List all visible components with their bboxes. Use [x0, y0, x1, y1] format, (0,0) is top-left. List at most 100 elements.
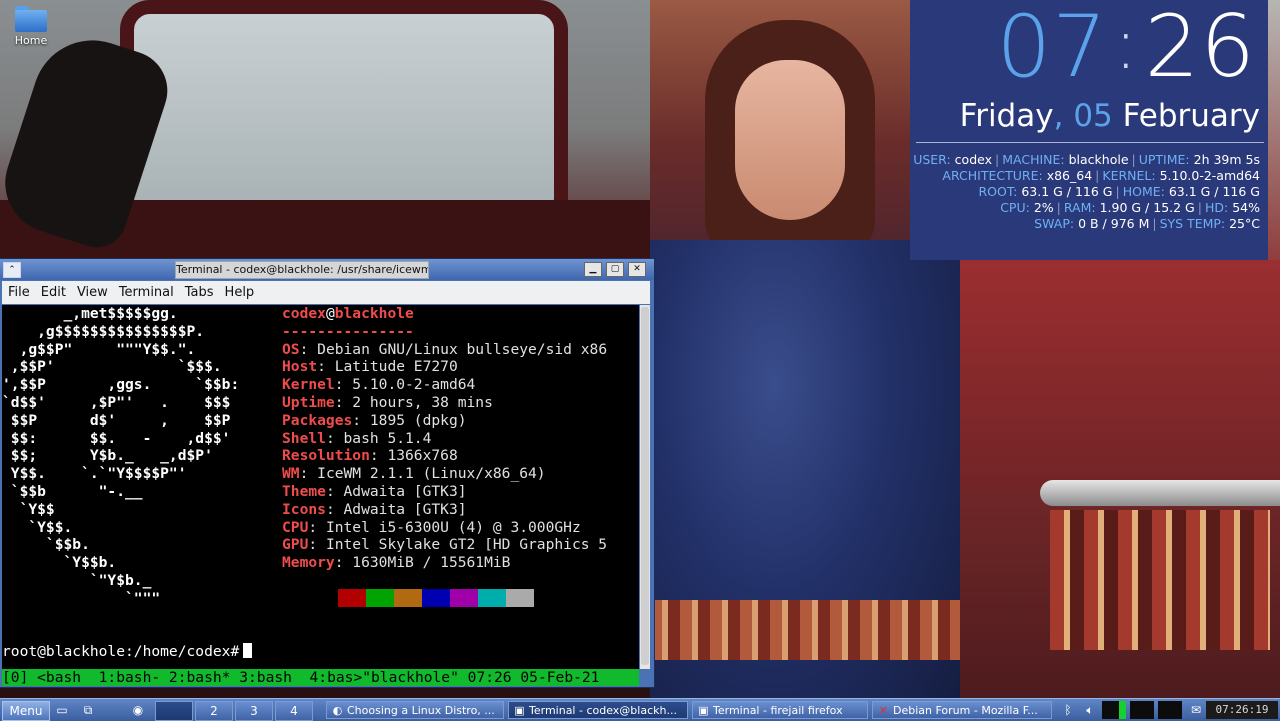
neofetch-at: @: [325, 305, 335, 322]
workspace-button-1[interactable]: [155, 701, 193, 721]
taskbar-task-button[interactable]: ▣ Terminal - firejail firefox: [692, 701, 868, 719]
terminal-menubar: File Edit View Terminal Tabs Help: [2, 281, 650, 304]
workspace-button-3[interactable]: 3: [235, 701, 273, 721]
scrollbar-thumb[interactable]: [641, 307, 649, 665]
conky-label: HOME:: [1122, 184, 1165, 199]
minimize-icon[interactable]: ▁: [584, 262, 602, 277]
workspace-button-2[interactable]: 2: [195, 701, 233, 721]
wallpaper-face: [735, 60, 845, 220]
window-titlebar[interactable]: ⌃ Terminal - codex@blackhole: /usr/share…: [0, 259, 654, 280]
neofetch-value: 1630MiB / 15561MiB: [352, 554, 511, 572]
window-menu-icon[interactable]: ⌃: [3, 262, 21, 278]
conky-info-row: ARCHITECTURE: x86_64 | KERNEL: 5.10.0-2-am…: [913, 168, 1260, 184]
neofetch-row: Resolution: 1366x768: [282, 447, 458, 465]
logo-line: Y$$. `.`"Y$$$$P"': [2, 465, 187, 483]
menu-item-tabs[interactable]: Tabs: [179, 281, 219, 300]
mail-icon[interactable]: ✉: [1186, 701, 1206, 719]
start-menu-button[interactable]: Menu: [2, 701, 50, 721]
debian-icon: ✕: [878, 704, 889, 717]
date-month: February: [1122, 98, 1260, 134]
conky-value: codex: [954, 152, 992, 167]
close-icon[interactable]: ✕: [628, 262, 646, 277]
conky-value: 0 B / 976 M: [1078, 216, 1150, 231]
menu-item-file[interactable]: File: [2, 281, 35, 300]
conky-label: CPU:: [1000, 200, 1030, 215]
neofetch-key: Shell: [282, 429, 326, 447]
conky-info-row: USER: codex | MACHINE: blackhole | UPTIME: 2…: [913, 152, 1260, 168]
conky-separator: |: [1056, 200, 1061, 215]
neofetch-value: Adwaita [GTK3]: [343, 500, 467, 518]
conky-value: 63.1 G / 116 G: [1021, 184, 1113, 199]
taskbar-task-button[interactable]: ✕ Debian Forum - Mozilla F...: [872, 701, 1052, 719]
clock-separator: :: [1113, 3, 1139, 85]
taskbar-task-label: Terminal - firejail firefox: [713, 704, 843, 717]
neofetch-key: CPU: [282, 518, 309, 536]
menu-item-edit[interactable]: Edit: [35, 281, 71, 300]
neofetch-row: WM: IceWM 2.1.1 (Linux/x86_64): [282, 465, 546, 483]
neofetch-value: Latitude E7270: [334, 358, 458, 376]
conky-separator: |: [1152, 216, 1157, 231]
volume-icon[interactable]: 🔈︎: [1080, 701, 1100, 719]
terminal-window[interactable]: ⌃ Terminal - codex@blackhole: /usr/share…: [0, 259, 654, 687]
color-swatch: [450, 589, 478, 607]
logo-line: `Y$$.: [2, 518, 73, 536]
conky-separator: |: [995, 152, 1000, 167]
logo-line: `$$b.: [2, 536, 90, 554]
terminal-scrollbar[interactable]: [640, 305, 650, 669]
desktop-home-label: Home: [14, 34, 48, 47]
neofetch-key: Uptime: [282, 393, 335, 411]
terminal-output[interactable]: _,met$$$$$gg. ,g$$$$$$$$$$$$$$$P. ,g$$P"…: [2, 305, 639, 669]
window-list-icon[interactable]: ⧉: [78, 701, 98, 719]
taskbar-task-button[interactable]: ▣ Terminal - codex@blackh...: [508, 701, 688, 719]
conky-value: 25°C: [1229, 216, 1260, 231]
conky-info-row: ROOT: 63.1 G / 116 G | HOME: 63.1 G / 116 …: [913, 184, 1260, 200]
neofetch-row: Uptime: 2 hours, 38 mins: [282, 393, 493, 411]
neofetch-row: Icons: Adwaita [GTK3]: [282, 500, 467, 518]
logo-line: ,g$$P" """Y$$.".: [2, 340, 196, 358]
neofetch-value: IceWM 2.1.1 (Linux/x86_64): [317, 465, 546, 483]
conky-label: ROOT:: [978, 184, 1018, 199]
taskbar-task-label: Debian Forum - Mozilla F...: [893, 704, 1038, 717]
conky-widget: 07:26 Friday, 05 February USER: codex | MA…: [910, 0, 1268, 260]
logo-line: $$: $$. - ,d$$': [2, 429, 231, 447]
menu-item-view[interactable]: View: [71, 281, 113, 300]
wallpaper-bus-window: [120, 0, 568, 228]
bluetooth-icon[interactable]: ᛒ: [1058, 701, 1078, 719]
menu-item-help[interactable]: Help: [219, 281, 260, 300]
neofetch-value: 2 hours, 38 mins: [352, 393, 493, 411]
workspace-button-4[interactable]: 4: [275, 701, 313, 721]
logo-line: `Y$$: [2, 500, 55, 518]
color-swatch: [506, 589, 534, 607]
conky-value: 54%: [1232, 200, 1260, 215]
logo-line: _,met$$$$$gg.: [2, 305, 178, 322]
conky-label: HD:: [1204, 200, 1229, 215]
tmux-status-bar: [0] <bash 1:bash- 2:bash* 3:bash 4:bas>"…: [2, 669, 639, 686]
conky-label: SWAP:: [1034, 216, 1075, 231]
terminal-icon: ▣: [514, 704, 525, 717]
browser-launcher-icon[interactable]: ◉: [128, 701, 148, 719]
neofetch-key: OS: [282, 340, 300, 358]
clock-hour: 07: [996, 0, 1108, 97]
taskbar-clock[interactable]: 07:26:19: [1206, 701, 1278, 719]
terminal-icon: ▣: [698, 704, 709, 717]
neofetch-row: Packages: 1895 (dpkg): [282, 411, 467, 429]
taskbar: Menu ▭ ⧉ ◉ 234 ◐ Choosing a Linux Distro,…: [0, 698, 1280, 721]
show-desktop-icon[interactable]: ▭: [52, 701, 72, 719]
logo-line: `d$$' ,$P"' . $$$: [2, 393, 231, 411]
neofetch-row: Shell: bash 5.1.4: [282, 429, 432, 447]
maximize-icon[interactable]: ▢: [606, 262, 624, 277]
neofetch-key: Memory: [282, 554, 335, 572]
neofetch-row: Host: Latitude E7270: [282, 358, 458, 376]
conky-separator: |: [1131, 152, 1136, 167]
neofetch-value: 1366x768: [387, 447, 458, 465]
logo-line: `Y$$b.: [2, 554, 117, 572]
neofetch-row: OS: Debian GNU/Linux bullseye/sid x86: [282, 340, 608, 358]
neofetch-key: Host: [282, 358, 318, 376]
color-swatch: [366, 589, 394, 607]
taskbar-task-button[interactable]: ◐ Choosing a Linux Distro, ...: [326, 701, 504, 719]
date-comma: ,: [1053, 98, 1064, 134]
menu-item-terminal[interactable]: Terminal: [113, 281, 179, 300]
desktop-home-icon[interactable]: Home: [8, 6, 54, 47]
neofetch-key: WM: [282, 465, 300, 483]
conky-date: Friday, 05 February: [960, 98, 1260, 134]
